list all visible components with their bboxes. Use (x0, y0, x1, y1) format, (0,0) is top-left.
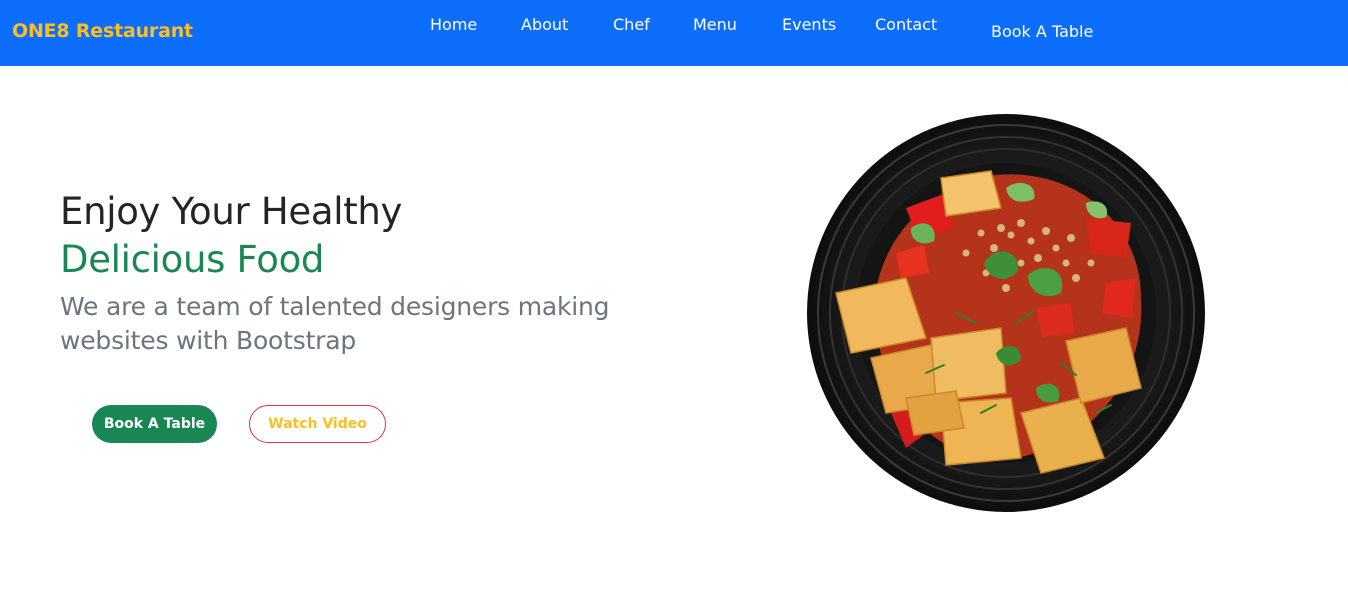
book-table-button[interactable]: Book A Table (92, 405, 217, 443)
nav-home[interactable]: Home (430, 15, 477, 34)
nav-contact[interactable]: Contact (875, 15, 937, 34)
nav-menu[interactable]: Menu (693, 15, 737, 34)
nav-book-table-link[interactable]: Book A Table (991, 22, 1093, 41)
nav-about[interactable]: About (521, 15, 568, 34)
food-bowl-icon (807, 114, 1205, 512)
hero-subtitle: We are a team of talented designers maki… (60, 292, 610, 355)
brand-logo[interactable]: ONE8 Restaurant (12, 20, 193, 42)
navbar: ONE8 Restaurant Home About Chef Menu Eve… (0, 0, 1348, 66)
food-bowl-image (806, 113, 1206, 513)
nav-chef[interactable]: Chef (613, 15, 650, 34)
watch-video-button[interactable]: Watch Video (249, 405, 386, 443)
hero-accent-title: Delicious Food (60, 238, 325, 281)
hero-title: Enjoy Your Healthy (60, 190, 403, 233)
nav-events[interactable]: Events (782, 15, 836, 34)
